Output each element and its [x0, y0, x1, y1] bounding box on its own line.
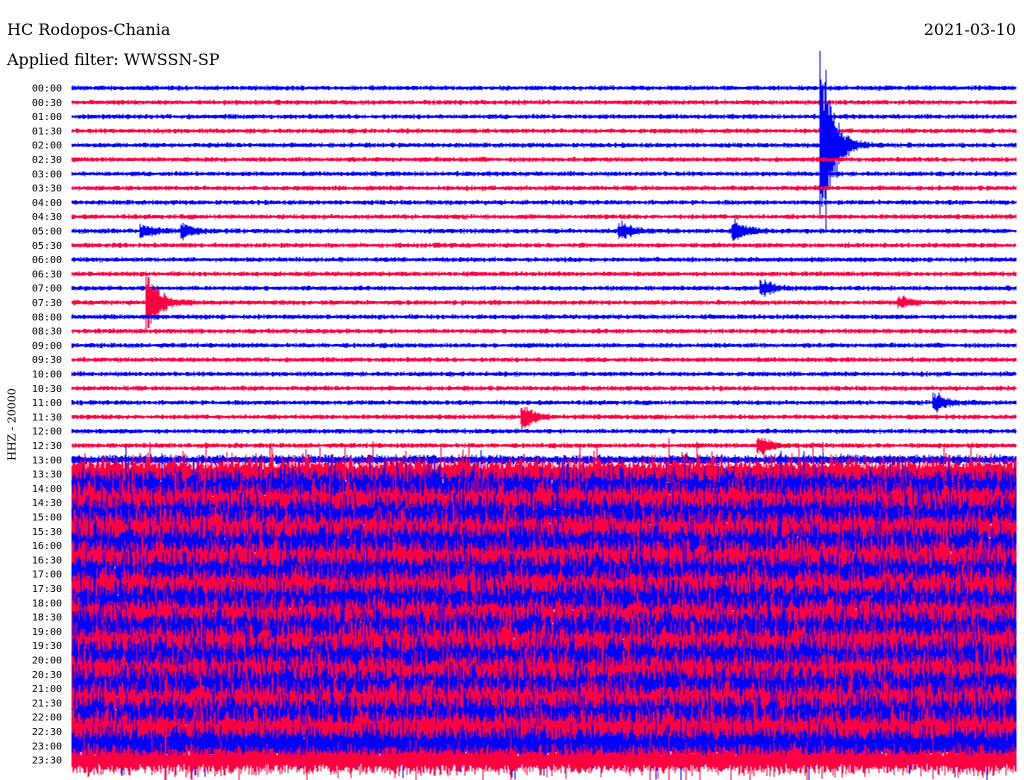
time-tick-label: 09:30 [32, 355, 62, 366]
time-tick-label: 12:00 [32, 427, 62, 438]
seismic-trace-0700 [71, 279, 1017, 297]
time-tick-label: 22:30 [32, 727, 62, 738]
seismic-trace-1100 [71, 392, 1017, 413]
time-tick-label: 03:30 [32, 184, 62, 195]
time-tick-label: 07:00 [32, 284, 62, 295]
time-tick-label: 13:30 [32, 470, 62, 481]
seismic-trace-0230 [71, 156, 1017, 163]
time-tick-label: 09:00 [32, 341, 62, 352]
time-tick-label: 15:00 [32, 513, 62, 524]
time-tick-label: 12:30 [32, 441, 62, 452]
time-tick-label: 08:30 [32, 327, 62, 338]
time-tick-label: 15:30 [32, 527, 62, 538]
time-tick-label: 04:30 [32, 212, 62, 223]
seismic-trace-1130 [71, 407, 1017, 430]
time-tick-label: 05:30 [32, 241, 62, 252]
seismic-trace-0830 [71, 328, 1017, 335]
time-tick-label: 14:00 [32, 484, 62, 495]
seismic-trace-0130 [71, 127, 1017, 134]
time-tick-label: 20:30 [32, 670, 62, 681]
time-tick-label: 10:00 [32, 370, 62, 381]
seismic-trace-0200 [71, 50, 1017, 233]
seismic-trace-0000 [71, 85, 1017, 91]
time-tick-label: 13:00 [32, 455, 62, 466]
time-tick-label: 17:30 [32, 584, 62, 595]
time-tick-label: 22:00 [32, 713, 62, 724]
seismic-trace-0900 [71, 342, 1017, 349]
seismic-trace-0800 [71, 313, 1017, 320]
time-tick-label: 02:00 [32, 141, 62, 152]
time-tick-label: 16:30 [32, 555, 62, 566]
seismic-trace-0500 [71, 218, 1017, 241]
time-tick-label: 11:30 [32, 412, 62, 423]
helicorder-plot: 00:00 00:30 01:00 01:30 02:00 02:30 03:00 03:30… [32, 50, 1017, 780]
time-tick-label: 23:30 [32, 756, 62, 767]
time-tick-label: 07:30 [32, 298, 62, 309]
time-tick-label: 23:00 [32, 741, 62, 752]
seismic-trace-0100 [71, 113, 1017, 120]
time-tick-label: 18:00 [32, 598, 62, 609]
seismic-trace-0430 [71, 213, 1017, 220]
time-tick-label: 02:30 [32, 155, 62, 166]
time-tick-label: 00:30 [32, 98, 62, 109]
time-tick-label: 21:00 [32, 684, 62, 695]
time-tick-label: 01:00 [32, 112, 62, 123]
seismic-trace-0730 [71, 276, 1017, 330]
time-tick-label: 20:00 [32, 656, 62, 667]
time-tick-label: 06:00 [32, 255, 62, 266]
time-tick-label: 19:00 [32, 627, 62, 638]
time-tick-label: 06:30 [32, 269, 62, 280]
time-tick-label: 10:30 [32, 384, 62, 395]
time-tick-label: 00:00 [32, 84, 62, 95]
seismic-trace-0030 [71, 99, 1017, 106]
time-tick-label: 11:00 [32, 398, 62, 409]
time-tick-label: 18:30 [32, 613, 62, 624]
seismic-trace-1030 [71, 385, 1017, 392]
time-tick-label: 03:00 [32, 169, 62, 180]
time-tick-label: 08:00 [32, 312, 62, 323]
time-tick-label: 17:00 [32, 570, 62, 581]
time-tick-label: 16:00 [32, 541, 62, 552]
time-tick-label: 19:30 [32, 641, 62, 652]
seismic-trace-0630 [71, 271, 1017, 277]
seismic-trace-0400 [71, 199, 1017, 206]
time-tick-label: 01:30 [32, 126, 62, 137]
seismic-trace-1230 [71, 437, 1017, 455]
time-tick-label: 04:00 [32, 198, 62, 209]
seismic-trace-0530 [71, 242, 1017, 249]
seismic-trace-1000 [71, 371, 1017, 377]
seismic-trace-0300 [71, 170, 1017, 177]
seismic-trace-0600 [71, 256, 1017, 263]
seismic-trace-1200 [71, 428, 1017, 435]
time-tick-label: 05:00 [32, 227, 62, 238]
seismic-trace-0330 [71, 185, 1017, 191]
seismic-trace-0930 [71, 356, 1017, 363]
time-tick-label: 14:30 [32, 498, 62, 509]
time-tick-label: 21:30 [32, 698, 62, 709]
seismic-trace-1300 [71, 453, 1017, 466]
